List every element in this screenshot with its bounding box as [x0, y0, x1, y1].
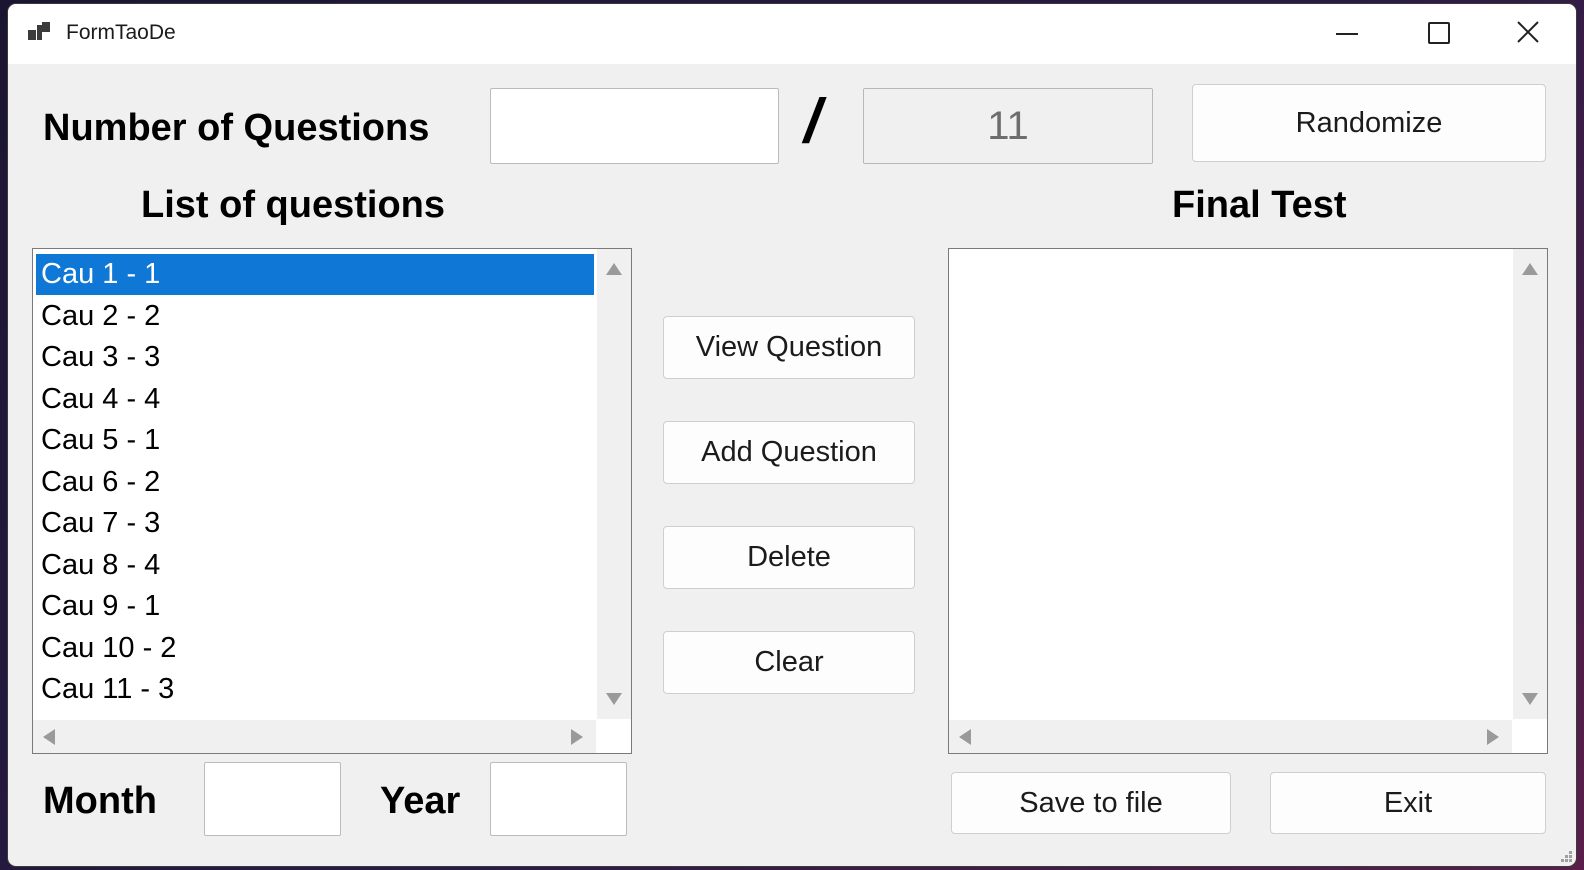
- question-list-item[interactable]: Cau 11 - 3: [36, 669, 594, 710]
- scroll-down-icon[interactable]: [606, 693, 622, 705]
- scroll-right-icon[interactable]: [571, 729, 583, 745]
- total-questions-box: 11: [863, 88, 1153, 164]
- month-label: Month: [43, 780, 157, 822]
- final-test-heading: Final Test: [1172, 184, 1347, 226]
- final-test-listbox[interactable]: [948, 248, 1548, 754]
- exit-button[interactable]: Exit: [1270, 772, 1546, 834]
- question-list-item[interactable]: Cau 3 - 3: [36, 337, 594, 378]
- scroll-down-icon[interactable]: [1522, 693, 1538, 705]
- form-window: FormTaoDe Number of Questions / 11 Rando…: [8, 4, 1576, 866]
- scroll-left-icon[interactable]: [959, 729, 971, 745]
- question-list-vscrollbar[interactable]: [597, 249, 631, 719]
- final-test-hscrollbar[interactable]: [949, 720, 1512, 753]
- list-of-questions-heading: List of questions: [141, 184, 445, 226]
- question-list-item[interactable]: Cau 4 - 4: [36, 379, 594, 420]
- resize-grip[interactable]: [1558, 848, 1572, 862]
- scroll-up-icon[interactable]: [606, 263, 622, 275]
- year-label: Year: [380, 780, 461, 822]
- scroll-up-icon[interactable]: [1522, 263, 1538, 275]
- final-test-vscrollbar[interactable]: [1513, 249, 1547, 719]
- clear-button[interactable]: Clear: [663, 631, 915, 694]
- slash-separator: /: [804, 87, 822, 156]
- number-of-questions-input[interactable]: [490, 88, 779, 164]
- scrollbar-corner: [1513, 720, 1547, 753]
- question-list-item[interactable]: Cau 10 - 2: [36, 628, 594, 669]
- save-to-file-button[interactable]: Save to file: [951, 772, 1231, 834]
- month-input[interactable]: [204, 762, 341, 836]
- minimize-icon: [1336, 33, 1358, 35]
- question-list-hscrollbar[interactable]: [33, 720, 596, 753]
- question-list-item[interactable]: Cau 7 - 3: [36, 503, 594, 544]
- question-list-item[interactable]: Cau 8 - 4: [36, 545, 594, 586]
- question-list-item[interactable]: Cau 2 - 2: [36, 296, 594, 337]
- delete-button[interactable]: Delete: [663, 526, 915, 589]
- question-list-item[interactable]: Cau 6 - 2: [36, 462, 594, 503]
- number-of-questions-label: Number of Questions: [43, 107, 430, 149]
- question-list-item[interactable]: Cau 9 - 1: [36, 586, 594, 627]
- close-icon: [1517, 21, 1539, 43]
- form-icon: [28, 22, 50, 42]
- maximize-icon: [1428, 22, 1450, 44]
- close-button[interactable]: [1483, 4, 1573, 64]
- window-title: FormTaoDe: [66, 21, 176, 44]
- add-question-button[interactable]: Add Question: [663, 421, 915, 484]
- randomize-button[interactable]: Randomize: [1192, 84, 1546, 162]
- view-question-button[interactable]: View Question: [663, 316, 915, 379]
- year-input[interactable]: [490, 762, 627, 836]
- question-list-item[interactable]: Cau 5 - 1: [36, 420, 594, 461]
- scroll-right-icon[interactable]: [1487, 729, 1499, 745]
- maximize-button[interactable]: [1393, 4, 1483, 64]
- question-list-item[interactable]: Cau 1 - 1: [36, 254, 594, 295]
- scrollbar-corner: [597, 720, 631, 753]
- scroll-left-icon[interactable]: [43, 729, 55, 745]
- title-bar[interactable]: FormTaoDe: [8, 4, 1576, 64]
- question-listbox[interactable]: Cau 1 - 1 Cau 2 - 2 Cau 3 - 3 Cau 4 - 4 Cau …: [32, 248, 632, 754]
- minimize-button[interactable]: [1303, 4, 1393, 64]
